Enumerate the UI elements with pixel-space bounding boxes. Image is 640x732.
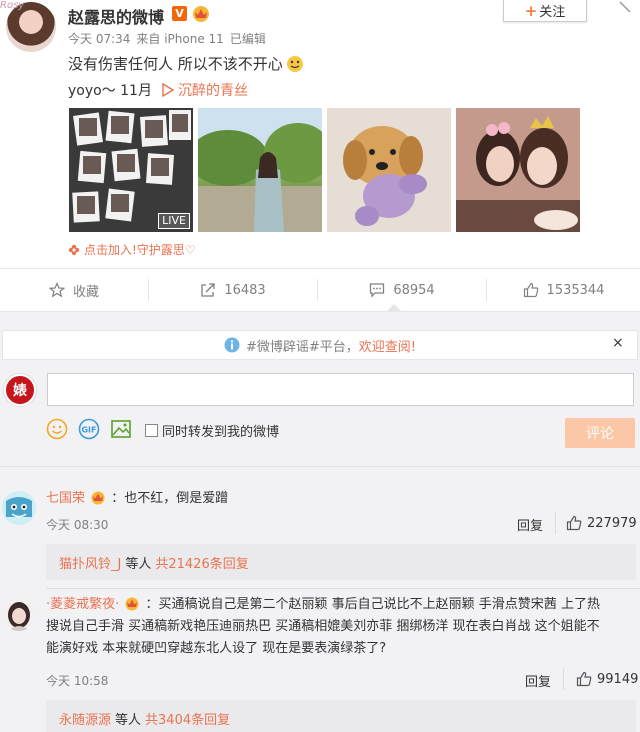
plus-icon: +	[524, 1, 538, 20]
sub-reply-mid: 等人	[115, 712, 142, 728]
author-name[interactable]: 赵露思的微博	[68, 4, 164, 28]
comment-input[interactable]	[47, 373, 634, 406]
repost-checkbox-label: 同时转发到我的微博	[162, 425, 280, 440]
comment-time: 今天 08:30	[46, 518, 109, 532]
friends-selfie-image	[456, 108, 580, 232]
play-icon	[162, 83, 174, 97]
verified-badge[interactable]: V	[172, 6, 187, 21]
post-photo-4[interactable]	[456, 108, 580, 232]
comment-user[interactable]: ·菱菱戒繁夜·	[46, 597, 119, 612]
comment-like-button[interactable]: 99149	[576, 671, 638, 687]
crown-icon	[91, 491, 105, 505]
comment-button[interactable]: 68954	[318, 269, 486, 311]
sub-reply-mid: 等人	[125, 556, 152, 572]
my-avatar[interactable]: 婊	[4, 374, 36, 406]
repost-button[interactable]: 16483	[149, 269, 317, 311]
checkbox-box[interactable]	[145, 424, 158, 437]
comment-text-line2: 搜说自己手滑 买通稿新戏艳压迪丽热巴 买通稿相媲美刘亦菲 捆绑杨洋 现在表白肖战…	[46, 619, 600, 634]
post-edited[interactable]: 已编辑	[230, 30, 266, 47]
post-source[interactable]: 来自 iPhone 11	[136, 30, 223, 47]
outdoor-portrait-image	[198, 108, 322, 232]
follow-label: 关注	[539, 5, 566, 20]
sub-reply-count[interactable]: 共3404条回复	[145, 709, 230, 728]
post-meta: 今天 07:34 来自 iPhone 11 已编辑	[68, 30, 266, 47]
reply-button[interactable]: 回复	[517, 515, 543, 534]
post-text-content: 没有伤害任何人 所以不该不开心	[68, 55, 283, 73]
close-icon[interactable]: ×	[612, 335, 624, 351]
flower-icon	[68, 244, 80, 255]
smile-emoji-icon	[286, 55, 303, 72]
music-prefix: yoyo～ 11月	[68, 83, 152, 99]
comment-body: 七国荣 ：也不红，倒是爱蹭	[46, 488, 228, 510]
comment-action-divider	[555, 512, 556, 534]
notice-link[interactable]: 欢迎查阅!	[359, 336, 416, 355]
music-link[interactable]: 沉醉的青丝	[162, 80, 248, 100]
follow-button[interactable]: + 关注	[503, 0, 587, 22]
sub-reply-user[interactable]: 猫扑风铃_J	[59, 553, 121, 572]
comment-icon	[370, 283, 385, 298]
comment-count: 68954	[393, 282, 435, 298]
comment-avatar[interactable]	[2, 597, 36, 631]
favorite-label: 收藏	[72, 284, 99, 300]
thumbs-up-icon	[523, 282, 538, 298]
repost-checkbox[interactable]: 同时转发到我的微博	[145, 421, 279, 440]
comment-divider	[46, 588, 640, 589]
composer-divider	[0, 466, 640, 467]
share-icon	[201, 283, 215, 297]
notice-text: #微博辟谣#平台，	[245, 339, 359, 355]
sub-reply-count[interactable]: 共21426条回复	[155, 553, 248, 572]
submit-comment-button[interactable]: 评论	[565, 418, 635, 448]
crown-icon	[125, 597, 139, 611]
puppy-with-toy-image	[327, 108, 451, 232]
comment-pointer	[386, 304, 402, 312]
post-photo-3[interactable]	[327, 108, 451, 232]
music-line: yoyo～ 11月 沉醉的青丝	[68, 80, 248, 100]
comment-time: 今天 10:58	[46, 674, 109, 688]
cartoon-avatar-icon	[2, 491, 36, 525]
chevron-down-icon[interactable]	[618, 0, 632, 14]
star-icon	[48, 282, 65, 298]
post-photo-1[interactable]: LIVE	[69, 108, 193, 232]
post-time[interactable]: 今天 07:34	[68, 30, 130, 47]
sub-replies-link[interactable]: 永随源源 等人 共3404条回复	[46, 700, 636, 732]
comment-avatar[interactable]	[2, 491, 36, 525]
comment-text-line3: 能演好戏 本来就硬凹穿越东北人设了 现在是要表演绿茶了?	[46, 641, 387, 656]
sub-reply-user[interactable]: 永随源源	[59, 709, 111, 728]
comment-user[interactable]: 七国荣	[46, 491, 85, 506]
comment-action-divider	[563, 668, 564, 690]
sub-replies-link[interactable]: 猫扑风铃_J 等人 共21426条回复	[46, 544, 636, 580]
post-photo-2[interactable]	[198, 108, 322, 232]
repost-count: 16483	[224, 282, 266, 298]
post-text: 没有伤害任何人 所以不该不开心	[68, 53, 304, 74]
gif-icon[interactable]: GIF	[78, 418, 100, 440]
comment-body: ·菱菱戒繁夜· ：买通稿说自己是第二个赵丽颖 事后自己说比不上赵丽颖 手滑点赞宋…	[46, 594, 638, 660]
comment-like-button[interactable]: 227979	[566, 515, 637, 531]
guard-text: 点击加入!守护露思♡	[84, 243, 196, 257]
guard-link[interactable]: 点击加入!守护露思♡	[68, 241, 196, 258]
live-badge: LIVE	[158, 213, 190, 229]
music-link-label: 沉醉的青丝	[177, 83, 248, 99]
thumbs-up-icon	[576, 671, 592, 687]
rumor-notice: #微博辟谣#平台， 欢迎查阅!	[2, 330, 638, 360]
reply-button[interactable]: 回复	[525, 671, 551, 690]
comment-text-line1: ：买通稿说自己是第二个赵丽颖 事后自己说比不上赵丽颖 手滑点赞宋茜 上了热	[145, 597, 600, 612]
thumbs-up-icon	[566, 515, 582, 531]
favorite-button[interactable]: 收藏	[0, 269, 148, 311]
like-count: 1535344	[546, 282, 605, 298]
comment-like-count: 99149	[597, 671, 639, 687]
emoji-icon[interactable]	[46, 418, 68, 440]
comment-like-count: 227979	[587, 515, 637, 531]
action-bar: 收藏 16483 68954 1535344	[0, 268, 640, 312]
svg-text:GIF: GIF	[81, 426, 96, 435]
avatar-tag: Rosy	[0, 0, 25, 11]
comment-text: ：也不红，倒是爱蹭	[111, 491, 229, 506]
like-button[interactable]: 1535344	[487, 269, 640, 311]
image-icon[interactable]	[110, 418, 132, 440]
info-icon	[224, 337, 240, 353]
girl-avatar-icon	[2, 597, 36, 631]
crown-icon[interactable]	[191, 3, 211, 23]
